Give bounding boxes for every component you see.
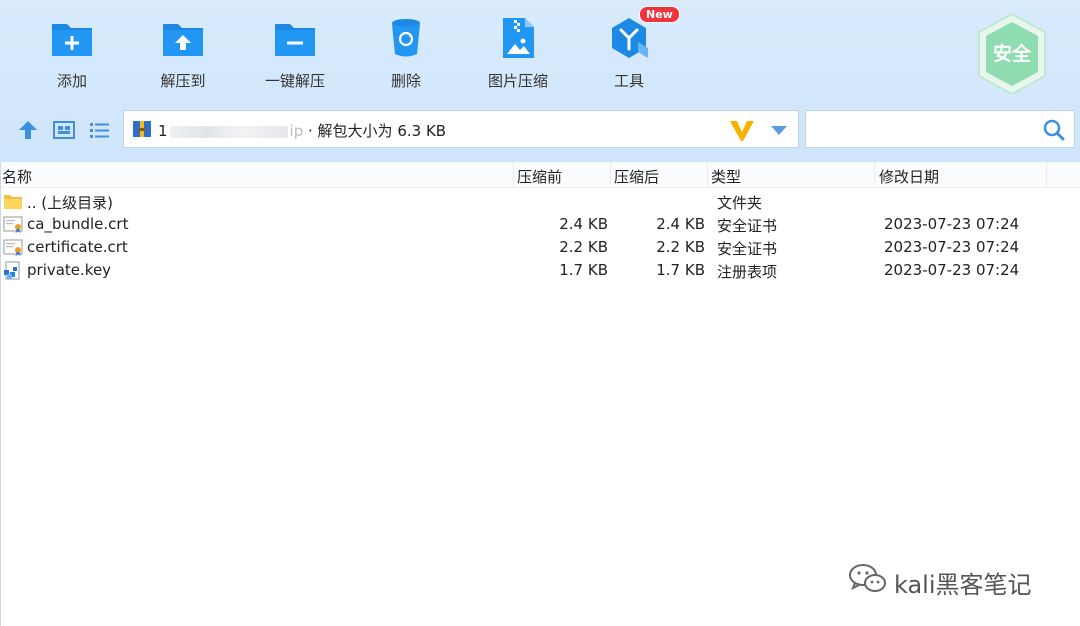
one-click-extract-button[interactable]: 一键解压: [245, 14, 345, 91]
size-before: 2.2 KB: [559, 238, 608, 256]
security-shield-icon: 安全: [978, 12, 1046, 96]
search-input[interactable]: [805, 110, 1075, 148]
list-item[interactable]: certificate.crt 2.2 KB 2.2 KB 安全证书 2023-…: [0, 236, 1080, 259]
blurred-filename: [169, 125, 288, 138]
watermark-text: kali黑客笔记: [894, 571, 1032, 599]
extract-folder-icon: [163, 24, 203, 56]
column-type[interactable]: 类型: [711, 166, 741, 187]
v-logo-icon[interactable]: [728, 116, 756, 144]
file-name: .. (上级目录): [27, 194, 114, 212]
registry-icon: [4, 261, 20, 280]
recycle-bin-icon: [392, 19, 420, 57]
folder-icon: [4, 195, 22, 209]
path-text: 1 ip · 解包大小为 6.3 KB: [158, 120, 446, 141]
list-item-parent[interactable]: .. (上级目录) 文件夹: [0, 190, 1080, 213]
size-after: 2.4 KB: [656, 215, 705, 233]
image-compress-label: 图片压缩: [487, 72, 548, 90]
path-info: · 解包大小为 6.3 KB: [303, 122, 447, 140]
certificate-icon: [3, 239, 23, 256]
file-type: 文件夹: [717, 194, 763, 212]
size-after: 2.2 KB: [656, 238, 705, 256]
archive-icon: [133, 121, 151, 137]
file-type: 安全证书: [717, 217, 778, 235]
file-type: 安全证书: [717, 240, 778, 258]
watermark: kali黑客笔记: [848, 562, 1032, 599]
column-divider[interactable]: [1046, 162, 1047, 188]
image-compress-button[interactable]: 图片压缩: [468, 14, 568, 91]
size-before: 1.7 KB: [559, 261, 608, 279]
list-item[interactable]: private.key 1.7 KB 1.7 KB 注册表项 2023-07-2…: [0, 259, 1080, 282]
column-divider[interactable]: [874, 162, 875, 188]
list-view-icon[interactable]: [88, 118, 112, 142]
modified-date: 2023-07-23 07:24: [884, 238, 1020, 256]
certificate-icon: [3, 216, 23, 233]
security-shield-button[interactable]: 安全: [975, 12, 1049, 96]
new-badge: New: [639, 6, 680, 23]
tools-label: 工具: [613, 72, 644, 90]
extract-to-button[interactable]: 解压到: [133, 14, 233, 91]
column-compressed-after[interactable]: 压缩后: [614, 166, 659, 187]
one-click-extract-icon: [275, 24, 315, 56]
add-folder-icon: [52, 24, 92, 56]
file-name: ca_bundle.crt: [27, 215, 129, 233]
modified-date: 2023-07-23 07:24: [884, 215, 1020, 233]
address-bar[interactable]: 1 ip · 解包大小为 6.3 KB: [123, 110, 799, 148]
modified-date: 2023-07-23 07:24: [884, 261, 1020, 279]
file-list: .. (上级目录) 文件夹 ca_bundle.crt 2.4 KB 2.4 K…: [0, 190, 1080, 282]
file-name: certificate.crt: [27, 238, 128, 256]
path-suffix-fragment: ip: [289, 122, 304, 140]
delete-button[interactable]: 删除: [356, 14, 456, 91]
column-name[interactable]: 名称: [2, 166, 32, 187]
add-label: 添加: [56, 72, 87, 90]
list-header: 名称 压缩前 压缩后 类型 修改日期: [0, 162, 1080, 188]
file-type: 注册表项: [717, 263, 778, 281]
column-divider[interactable]: [513, 162, 514, 188]
add-button[interactable]: 添加: [22, 14, 122, 91]
wechat-icon: [849, 564, 886, 592]
search-icon[interactable]: [1042, 118, 1066, 142]
size-before: 2.4 KB: [559, 215, 608, 233]
column-divider[interactable]: [707, 162, 708, 188]
column-divider[interactable]: [610, 162, 611, 188]
one-click-extract-label: 一键解压: [264, 72, 325, 90]
file-name: private.key: [27, 261, 112, 279]
delete-label: 删除: [390, 72, 421, 90]
security-label: 安全: [993, 42, 1032, 65]
column-modified[interactable]: 修改日期: [879, 166, 939, 187]
chevron-down-icon[interactable]: [770, 123, 788, 137]
size-after: 1.7 KB: [656, 261, 705, 279]
image-zip-icon: [503, 18, 534, 58]
thumbnail-view-icon[interactable]: [52, 118, 76, 142]
up-arrow-icon[interactable]: [16, 118, 40, 142]
list-item[interactable]: ca_bundle.crt 2.4 KB 2.4 KB 安全证书 2023-07…: [0, 213, 1080, 236]
path-prefix: 1: [158, 122, 168, 140]
extract-to-label: 解压到: [160, 72, 206, 90]
tools-button[interactable]: New 工具: [579, 6, 680, 91]
column-compressed-before[interactable]: 压缩前: [517, 166, 562, 187]
